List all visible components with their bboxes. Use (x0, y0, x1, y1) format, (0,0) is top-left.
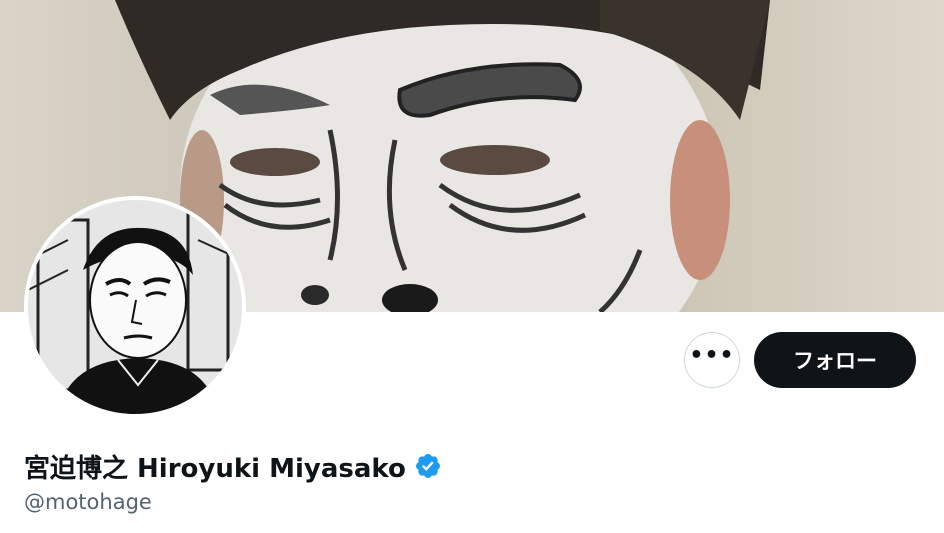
more-options-button[interactable]: ••• (684, 332, 740, 388)
avatar-image (28, 200, 242, 414)
verified-badge-icon[interactable] (414, 452, 442, 480)
follow-button[interactable]: フォロー (754, 332, 916, 388)
display-name: 宮迫博之 Hiroyuki Miyasako (24, 453, 406, 484)
more-horizontal-icon: ••• (689, 343, 735, 368)
profile-avatar[interactable] (24, 196, 246, 418)
follow-button-label: フォロー (793, 349, 877, 373)
username-handle: @motohage (24, 490, 152, 514)
profile-name-row: 宮迫博之 Hiroyuki Miyasako (24, 446, 442, 486)
